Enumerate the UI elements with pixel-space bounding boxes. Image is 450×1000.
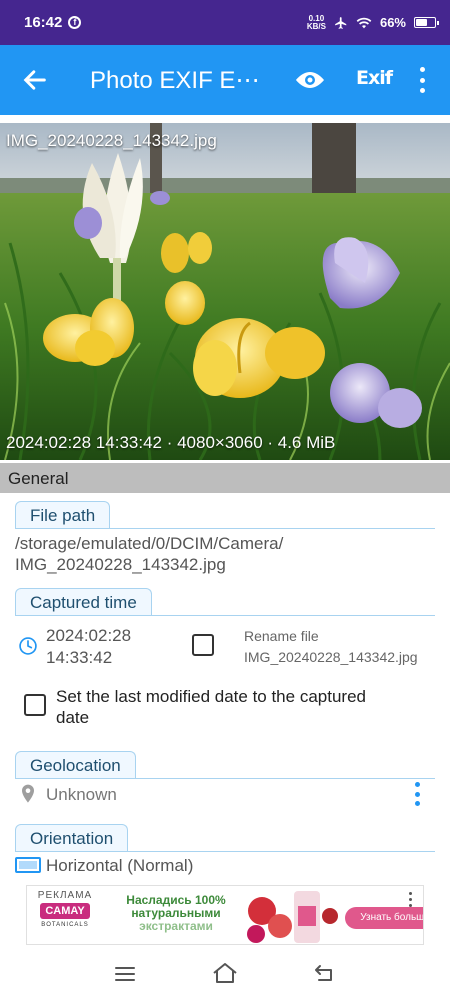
system-nav-bar: [0, 950, 450, 1000]
arrow-left-icon: [23, 70, 46, 90]
photo-preview[interactable]: IMG_20240228_143342.jpg 2024:02:28 14:33…: [0, 123, 450, 460]
set-modified-date-label-2[interactable]: date: [56, 708, 89, 728]
ad-cta-button[interactable]: Узнать больше: [345, 907, 423, 929]
file-path-line1[interactable]: /storage/emulated/0/DCIM/Camera/: [15, 534, 283, 554]
ad-brand-sub: BOTANICALS: [41, 922, 89, 928]
file-path-line2[interactable]: IMG_20240228_143342.jpg: [15, 555, 226, 575]
tab-orientation: Orientation: [15, 824, 129, 851]
recent-apps-icon[interactable]: [115, 966, 135, 982]
photo-meta: 2024:02:28 14:33:42 · 4080×3060 · 4.6 Mi…: [6, 433, 336, 452]
dot: [419, 88, 425, 93]
dot: [414, 791, 420, 797]
crocus-photo: [0, 123, 450, 460]
section-header-general: General: [0, 463, 450, 493]
landscape-orientation-icon: [15, 857, 41, 873]
ad-tag: РЕКЛАМА: [37, 890, 93, 901]
dot: [419, 77, 425, 83]
ad-options-button[interactable]: [403, 890, 417, 908]
tab-geolocation: Geolocation: [15, 751, 136, 778]
airplane-icon: [335, 16, 347, 29]
exif-button[interactable]: Exif: [356, 67, 393, 89]
divider: [15, 851, 435, 852]
orientation-value[interactable]: Horizontal (Normal): [46, 856, 193, 876]
divider: [15, 778, 435, 779]
geolocation-value[interactable]: Unknown: [46, 785, 117, 805]
location-pin-icon: [22, 784, 34, 803]
back-button[interactable]: [0, 45, 70, 115]
geolocation-menu-button[interactable]: [410, 782, 424, 806]
rename-file-checkbox[interactable]: [192, 634, 214, 656]
dot: [408, 891, 412, 895]
ad-product-image: [247, 891, 338, 943]
overflow-menu-button[interactable]: [410, 67, 434, 93]
ad-banner[interactable]: РЕКЛАМА CAMAY BOTANICALS Насладись 100% …: [26, 885, 424, 945]
status-icons: 0.10 KB/S 66%: [306, 13, 439, 31]
dot: [408, 897, 412, 901]
status-bar: 16:42 f 0.10 KB/S 66%: [0, 0, 450, 45]
ad-slogan: Насладись 100% натуральными экстрактами: [126, 893, 226, 933]
divider: [15, 615, 435, 616]
tab-file-path: File path: [15, 501, 111, 528]
battery-percent: 66%: [379, 15, 406, 30]
captured-date[interactable]: 2024:02:28: [46, 626, 131, 646]
battery-icon: [414, 17, 439, 28]
captured-clock[interactable]: 14:33:42: [46, 648, 112, 668]
app-title: Photo EXIF E⋯: [90, 66, 260, 94]
app-bar: Photo EXIF E⋯ Exif: [0, 45, 450, 115]
preview-button[interactable]: [292, 65, 328, 95]
ad-brand-logo: CAMAY: [40, 903, 90, 919]
dot: [408, 903, 412, 907]
tab-captured-time: Captured time: [15, 588, 152, 615]
wifi-icon: [356, 17, 372, 28]
rename-file-value: IMG_20240228_143342.jpg: [244, 649, 418, 665]
eye-icon: [296, 72, 324, 88]
set-modified-date-label-1[interactable]: Set the last modified date to the captur…: [56, 687, 366, 707]
home-icon[interactable]: [212, 962, 238, 984]
dot: [414, 801, 420, 806]
facebook-notification-icon: f: [68, 16, 82, 29]
clock-icon[interactable]: [18, 636, 38, 656]
network-speed: 0.10 KB/S: [306, 13, 326, 31]
rename-file-label: Rename file: [244, 628, 319, 644]
photo-filename: IMG_20240228_143342.jpg: [6, 131, 217, 150]
dot: [419, 67, 425, 72]
ad-brand: РЕКЛАМА CAMAY BOTANICALS: [33, 890, 97, 940]
status-time: 16:42: [24, 14, 63, 31]
set-modified-date-checkbox[interactable]: [24, 694, 46, 716]
dot: [414, 782, 420, 787]
back-nav-icon[interactable]: [313, 964, 335, 982]
divider: [15, 528, 435, 529]
